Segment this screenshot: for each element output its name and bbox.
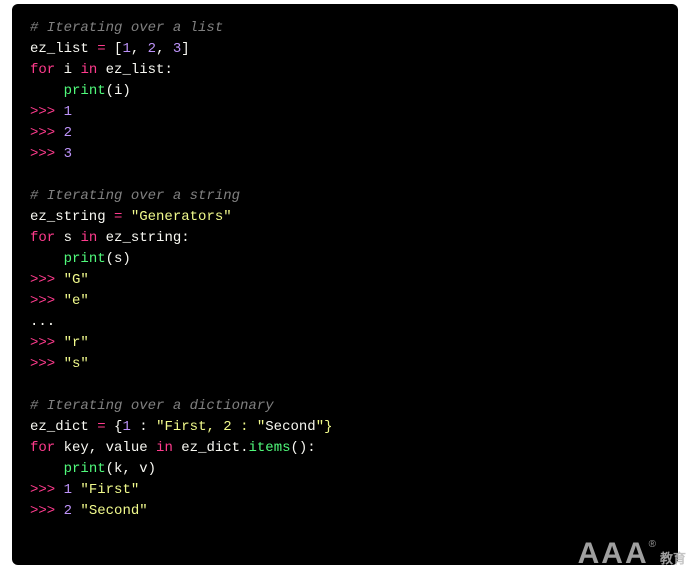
comment: # Iterating over a string — [30, 188, 240, 204]
comment: # Iterating over a dictionary — [30, 398, 274, 414]
code-line: print(s) — [30, 249, 660, 270]
code-block: # Iterating over a list ez_list = [1, 2,… — [12, 4, 678, 565]
code-line: ez_string = "Generators" — [30, 207, 660, 228]
output-line: ... — [30, 312, 660, 333]
code-line: # Iterating over a dictionary — [30, 396, 660, 417]
comment: # Iterating over a list — [30, 20, 223, 36]
output-line: >>> "s" — [30, 354, 660, 375]
code-line: print(i) — [30, 81, 660, 102]
code-line: for i in ez_list: — [30, 60, 660, 81]
blank-line — [30, 165, 660, 186]
output-line: >>> 3 — [30, 144, 660, 165]
output-line: >>> 1 "First" — [30, 480, 660, 501]
blank-line — [30, 375, 660, 396]
code-line: for s in ez_string: — [30, 228, 660, 249]
output-line: >>> "r" — [30, 333, 660, 354]
watermark: AAA ® 教育 — [578, 539, 686, 569]
code-line: ez_list = [1, 2, 3] — [30, 39, 660, 60]
code-line: # Iterating over a string — [30, 186, 660, 207]
code-line: ez_dict = {1 : "First, 2 : "Second"} — [30, 417, 660, 438]
output-line: >>> 2 "Second" — [30, 501, 660, 522]
output-line: >>> "e" — [30, 291, 660, 312]
watermark-logo: AAA — [578, 539, 649, 569]
output-line: >>> "G" — [30, 270, 660, 291]
output-line: >>> 2 — [30, 123, 660, 144]
output-line: >>> 1 — [30, 102, 660, 123]
code-line: # Iterating over a list — [30, 18, 660, 39]
code-line: for key, value in ez_dict.items(): — [30, 438, 660, 459]
code-line: print(k, v) — [30, 459, 660, 480]
registered-icon: ® — [649, 539, 656, 550]
watermark-text: 教育 — [660, 548, 686, 567]
